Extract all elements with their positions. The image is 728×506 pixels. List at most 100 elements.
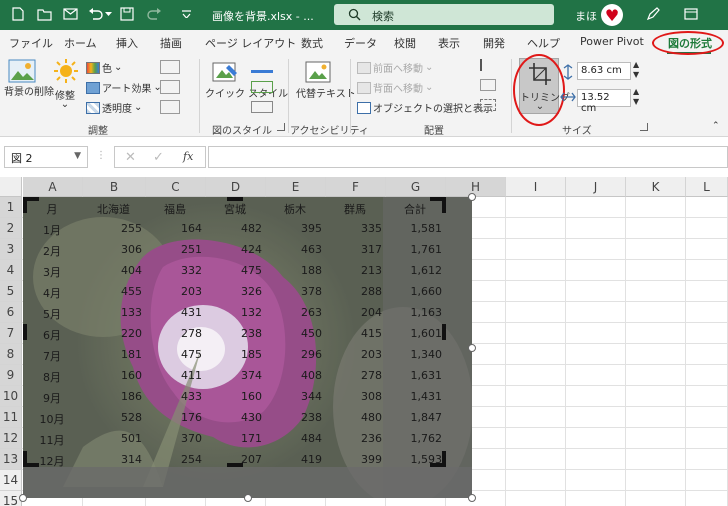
table-cell[interactable]: 419 <box>268 453 322 466</box>
table-cell[interactable]: 238 <box>268 411 322 424</box>
tab-data[interactable]: データ <box>344 35 377 51</box>
tab-file[interactable]: ファイル <box>9 35 53 51</box>
selection-pane-button[interactable]: オブジェクトの選択と表示 <box>357 100 493 115</box>
table-cell[interactable]: 306 <box>85 243 142 256</box>
table-cell[interactable]: 3月 <box>25 264 79 280</box>
table-cell[interactable]: 1,581 <box>388 222 443 235</box>
table-cell[interactable]: 160 <box>85 369 142 382</box>
table-header-cell[interactable]: 福島 <box>148 201 202 217</box>
avatar[interactable]: ♥ <box>601 4 623 26</box>
tab-view[interactable]: 表示 <box>438 35 460 51</box>
color-button[interactable]: 色 ⌄ <box>86 60 122 75</box>
group-icon[interactable] <box>480 79 496 91</box>
row-header-8[interactable]: 8 <box>0 344 22 365</box>
name-box[interactable]: 図 2 ▼ <box>4 146 88 168</box>
open-folder-icon[interactable] <box>36 6 52 22</box>
name-box-dropdown-icon[interactable]: ▼ <box>74 151 81 161</box>
row-header-2[interactable]: 2 <box>0 218 22 239</box>
rotate-icon[interactable] <box>480 99 496 111</box>
column-header-k[interactable]: K <box>626 177 686 197</box>
width-input[interactable]: 13.52 cm <box>577 89 631 114</box>
table-cell[interactable]: 1,431 <box>388 390 443 403</box>
remove-background-button[interactable]: 背景の削除 <box>4 57 54 117</box>
table-cell[interactable]: 378 <box>268 285 322 298</box>
table-cell[interactable]: 5月 <box>25 306 79 322</box>
table-cell[interactable]: 204 <box>328 306 382 319</box>
table-cell[interactable]: 475 <box>148 348 202 361</box>
tab-insert[interactable]: 挿入 <box>116 35 138 51</box>
save-icon[interactable] <box>119 6 135 22</box>
table-cell[interactable]: 395 <box>268 222 322 235</box>
column-header-i[interactable]: I <box>506 177 566 197</box>
table-cell[interactable]: 528 <box>85 411 142 424</box>
column-header-c[interactable]: C <box>146 177 206 197</box>
column-header-f[interactable]: F <box>326 177 386 197</box>
table-cell[interactable]: 296 <box>268 348 322 361</box>
table-cell[interactable]: 185 <box>208 348 262 361</box>
resize-handle[interactable] <box>243 494 252 502</box>
table-cell[interactable]: 1,762 <box>388 432 443 445</box>
table-cell[interactable]: 238 <box>208 327 262 340</box>
table-cell[interactable]: 10月 <box>25 411 79 427</box>
table-cell[interactable]: 431 <box>148 306 202 319</box>
tab-formulas[interactable]: 数式 <box>301 35 323 51</box>
search-box[interactable]: 検索 <box>334 4 554 25</box>
table-cell[interactable]: 171 <box>208 432 262 445</box>
column-header-j[interactable]: J <box>566 177 626 197</box>
row-header-11[interactable]: 11 <box>0 407 22 428</box>
crop-handle[interactable] <box>226 463 243 467</box>
table-cell[interactable]: 263 <box>268 306 322 319</box>
table-cell[interactable]: 236 <box>328 432 382 445</box>
table-header-cell[interactable]: 群馬 <box>328 201 382 217</box>
table-cell[interactable]: 1,340 <box>388 348 443 361</box>
size-dialog-launcher-icon[interactable] <box>640 123 648 131</box>
column-header-h[interactable]: H <box>446 177 506 197</box>
ribbon-display-icon[interactable] <box>683 6 699 22</box>
width-spin-up-icon[interactable]: ▲ <box>633 87 639 96</box>
corrections-button[interactable]: 修整 ⌄ <box>48 57 82 117</box>
table-cell[interactable]: 482 <box>208 222 262 235</box>
table-cell[interactable]: 8月 <box>25 369 79 385</box>
table-cell[interactable]: 404 <box>85 264 142 277</box>
column-header-g[interactable]: G <box>386 177 446 197</box>
table-cell[interactable]: 317 <box>328 243 382 256</box>
table-cell[interactable]: 164 <box>148 222 202 235</box>
table-cell[interactable]: 6月 <box>25 327 79 343</box>
table-cell[interactable]: 132 <box>208 306 262 319</box>
table-cell[interactable]: 288 <box>328 285 382 298</box>
column-header-b[interactable]: B <box>83 177 146 197</box>
row-header-10[interactable]: 10 <box>0 386 22 407</box>
crop-handle[interactable] <box>23 324 27 340</box>
pen-icon[interactable] <box>645 6 661 22</box>
styles-dialog-launcher-icon[interactable] <box>277 123 285 131</box>
table-cell[interactable]: 335 <box>328 222 382 235</box>
quick-styles-button[interactable]: クイック スタイル <box>205 57 288 119</box>
crop-handle[interactable] <box>226 197 243 201</box>
table-cell[interactable]: 278 <box>328 369 382 382</box>
table-cell[interactable]: 370 <box>148 432 202 445</box>
table-cell[interactable]: 2月 <box>25 243 79 259</box>
row-header-3[interactable]: 3 <box>0 239 22 260</box>
table-cell[interactable]: 11月 <box>25 432 79 448</box>
crop-handle[interactable] <box>442 197 446 213</box>
crop-handle[interactable] <box>442 324 446 340</box>
transparency-button[interactable]: 透明度 ⌄ <box>86 100 142 115</box>
select-all-corner[interactable] <box>0 177 22 197</box>
crop-handle[interactable] <box>23 451 27 467</box>
table-cell[interactable]: 408 <box>268 369 322 382</box>
resize-handle[interactable] <box>468 343 476 352</box>
row-header-1[interactable]: 1 <box>0 197 22 218</box>
tab-power-pivot[interactable]: Power Pivot <box>580 35 644 48</box>
table-cell[interactable]: 433 <box>148 390 202 403</box>
table-header-cell[interactable]: 月 <box>25 201 79 217</box>
table-cell[interactable]: 332 <box>148 264 202 277</box>
table-cell[interactable]: 1月 <box>25 222 79 238</box>
table-header-cell[interactable]: 北海道 <box>85 201 142 217</box>
row-header-13[interactable]: 13 <box>0 449 22 470</box>
insert-function-icon[interactable]: fx <box>183 150 193 163</box>
picture-border-icon[interactable] <box>251 61 273 73</box>
row-header-5[interactable]: 5 <box>0 281 22 302</box>
table-cell[interactable]: 1,847 <box>388 411 443 424</box>
tab-page-layout[interactable]: ページ レイアウト <box>205 35 296 51</box>
table-cell[interactable]: 475 <box>208 264 262 277</box>
